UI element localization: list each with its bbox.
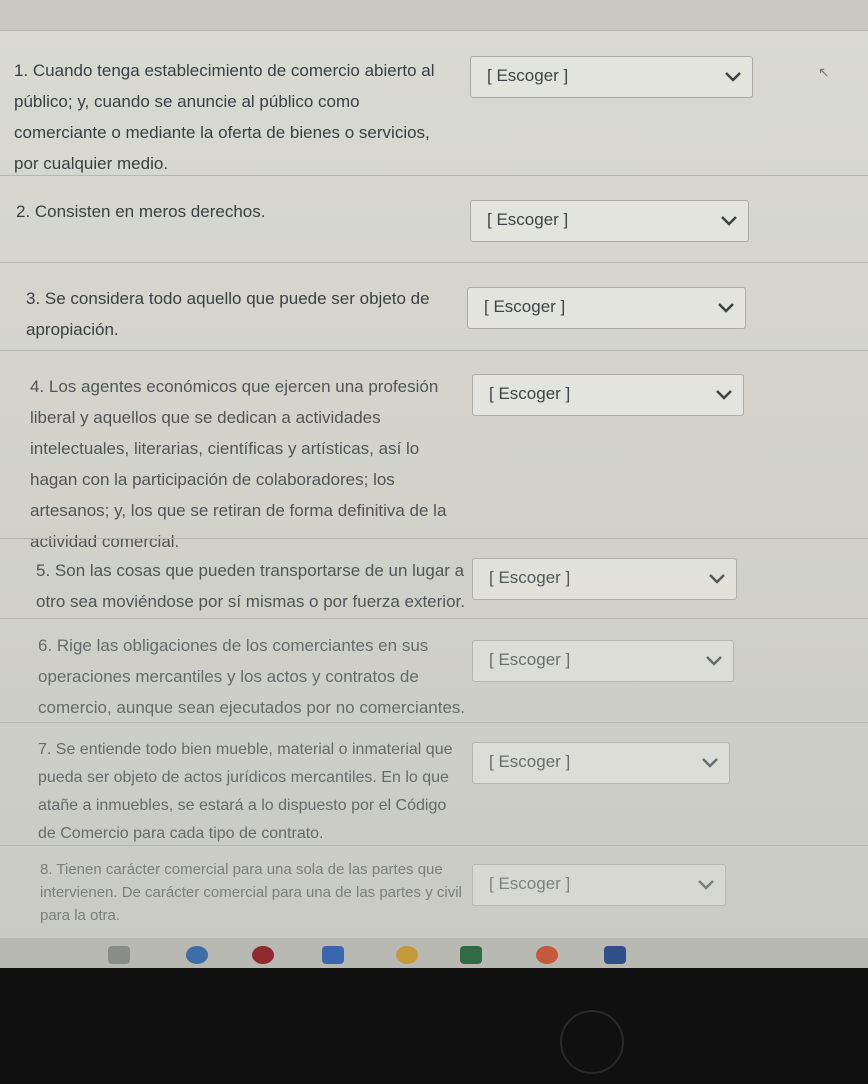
question-8: 8. Tienen carácter comercial para una so… [40, 858, 470, 927]
select-label: [ Escoger ] [487, 210, 569, 229]
divider [0, 722, 868, 723]
chevron-down-icon [706, 656, 722, 666]
select-label: [ Escoger ] [489, 384, 571, 403]
select-label: [ Escoger ] [489, 650, 571, 669]
question-7-select[interactable]: [ Escoger ] [472, 742, 730, 784]
question-6-select[interactable]: [ Escoger ] [472, 640, 734, 682]
divider [0, 618, 868, 619]
chrome-icon[interactable] [396, 946, 418, 964]
chevron-down-icon [698, 880, 714, 890]
divider [0, 175, 868, 176]
question-5-text: 5. Son las cosas que pueden transportars… [36, 561, 465, 611]
task-view-icon[interactable] [108, 946, 130, 964]
hp-logo-icon [560, 1010, 624, 1074]
chevron-down-icon [716, 390, 732, 400]
question-2: 2. Consisten en meros derechos. [16, 196, 456, 227]
select-label: [ Escoger ] [484, 297, 566, 316]
select-label: [ Escoger ] [489, 568, 571, 587]
chevron-down-icon [709, 574, 725, 584]
select-label: [ Escoger ] [487, 66, 569, 85]
question-5: 5. Son las cosas que pueden transportars… [36, 555, 476, 617]
question-6-text: 6. Rige las obligaciones de los comercia… [38, 636, 466, 717]
divider [0, 350, 868, 351]
question-8-select[interactable]: [ Escoger ] [472, 864, 726, 906]
question-7: 7. Se entiende todo bien mueble, materia… [38, 736, 468, 848]
divider [0, 262, 868, 263]
question-3: 3. Se considera todo aquello que puede s… [26, 283, 446, 345]
select-label: [ Escoger ] [489, 874, 571, 893]
edge-icon[interactable] [186, 946, 208, 964]
divider [0, 538, 868, 539]
divider [0, 845, 868, 846]
question-4-text: 4. Los agentes económicos que ejercen un… [30, 377, 447, 551]
zoom-icon[interactable] [322, 946, 344, 964]
chevron-down-icon [721, 216, 737, 226]
question-2-text: 2. Consisten en meros derechos. [16, 202, 266, 221]
taskbar [0, 938, 868, 968]
select-label: [ Escoger ] [489, 752, 571, 771]
divider [0, 30, 868, 31]
chevron-down-icon [702, 758, 718, 768]
screen: ↖ 1. Cuando tenga establecimiento de com… [0, 0, 868, 958]
question-7-text: 7. Se entiende todo bien mueble, materia… [38, 741, 453, 842]
word-icon[interactable] [604, 946, 626, 964]
question-3-text: 3. Se considera todo aquello que puede s… [26, 289, 430, 339]
question-8-text: 8. Tienen carácter comercial para una so… [40, 861, 462, 924]
question-3-select[interactable]: [ Escoger ] [467, 287, 746, 329]
question-1-text: 1. Cuando tenga establecimiento de comer… [14, 61, 435, 173]
excel-icon[interactable] [460, 946, 482, 964]
chevron-down-icon [725, 72, 741, 82]
question-4-select[interactable]: [ Escoger ] [472, 374, 744, 416]
question-6: 6. Rige las obligaciones de los comercia… [38, 630, 468, 723]
question-5-select[interactable]: [ Escoger ] [472, 558, 737, 600]
question-1-select[interactable]: [ Escoger ] [470, 56, 753, 98]
chrome-icon-2[interactable] [536, 946, 558, 964]
mouse-cursor-icon: ↖ [818, 64, 830, 80]
question-2-select[interactable]: [ Escoger ] [470, 200, 749, 242]
opera-icon[interactable] [252, 946, 274, 964]
monitor-bezel [0, 968, 868, 1084]
top-band [0, 0, 868, 30]
chevron-down-icon [718, 303, 734, 313]
question-4: 4. Los agentes económicos que ejercen un… [30, 371, 470, 557]
question-1: 1. Cuando tenga establecimiento de comer… [14, 55, 454, 179]
